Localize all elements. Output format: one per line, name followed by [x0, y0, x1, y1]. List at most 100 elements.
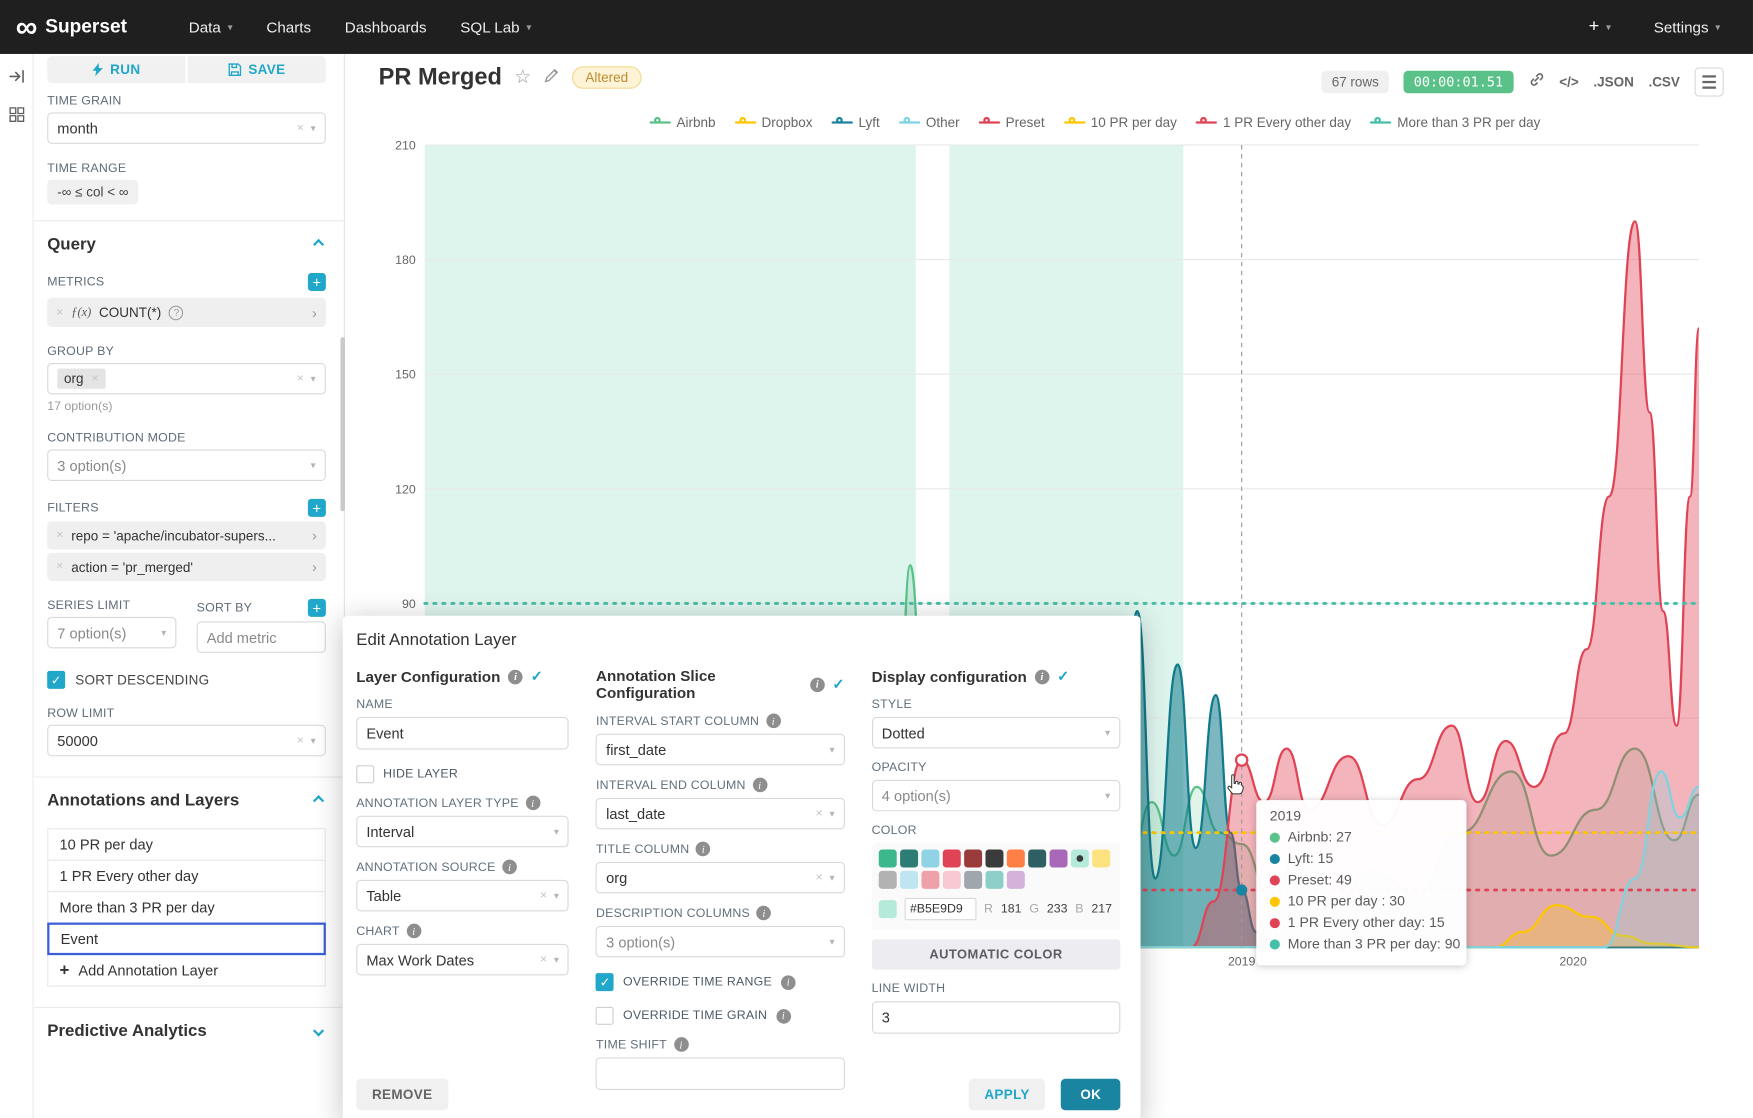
name-input[interactable] [356, 717, 569, 750]
info-icon[interactable]: i [810, 677, 825, 692]
run-button[interactable]: RUN [47, 56, 185, 83]
sort-by-select[interactable]: Add metric [197, 621, 326, 652]
info-icon[interactable]: i [766, 714, 781, 729]
time-grain-select[interactable]: month × ▾ [47, 112, 326, 143]
info-icon[interactable]: i [525, 796, 540, 811]
title-column-select[interactable]: org × ▾ [596, 862, 845, 893]
annotation-source-select[interactable]: Table × ▾ [356, 880, 569, 911]
embed-code-icon[interactable]: </> [1559, 74, 1579, 90]
filter-chip[interactable]: × repo = 'apache/incubator-supers... › [47, 521, 326, 549]
apply-button[interactable]: APPLY [969, 1079, 1046, 1110]
new-item-button[interactable]: + ▾ [1572, 0, 1628, 54]
legend-item[interactable]: Preset [979, 115, 1045, 131]
annotation-layer-item[interactable]: 10 PR per day [47, 828, 326, 861]
color-swatch[interactable] [921, 850, 939, 868]
checkbox-checked-icon[interactable]: ✓ [47, 671, 65, 689]
remove-icon[interactable]: × [56, 529, 63, 541]
annotations-section-header[interactable]: Annotations and Layers [47, 787, 326, 814]
group-by-tag[interactable]: org × [57, 369, 105, 389]
ok-button[interactable]: OK [1061, 1079, 1120, 1110]
nav-item-charts[interactable]: Charts [250, 0, 328, 54]
nav-item-data[interactable]: Data ▾ [172, 0, 250, 54]
color-swatch[interactable] [1049, 850, 1067, 868]
color-swatch-selected[interactable] [1071, 850, 1089, 868]
superset-brand[interactable]: ∞ Superset [16, 13, 127, 40]
clear-icon[interactable]: × [540, 889, 547, 901]
color-swatch[interactable] [964, 871, 982, 889]
color-swatch[interactable] [878, 871, 896, 889]
save-button[interactable]: SAVE [188, 56, 326, 83]
automatic-color-button[interactable]: AUTOMATIC COLOR [872, 939, 1121, 969]
add-annotation-layer-button[interactable]: + Add Annotation Layer [47, 954, 326, 987]
override-time-range-row[interactable]: ✓ OVERRIDE TIME RANGE i [596, 973, 845, 991]
share-link-icon[interactable] [1528, 71, 1545, 93]
chart-menu-button[interactable] [1695, 67, 1724, 96]
color-swatch[interactable] [900, 871, 918, 889]
legend-item[interactable]: Dropbox [735, 115, 813, 131]
clear-icon[interactable]: × [297, 373, 304, 385]
query-section-header[interactable]: Query [47, 230, 326, 257]
color-swatch[interactable] [985, 850, 1003, 868]
nav-item-sql-lab[interactable]: SQL Lab ▾ [443, 0, 548, 54]
info-icon[interactable]: i [776, 1009, 791, 1024]
info-icon[interactable]: i [508, 669, 523, 684]
annotation-layer-item-selected[interactable]: Event [47, 923, 326, 956]
clear-icon[interactable]: × [816, 807, 823, 819]
checkbox-checked-icon[interactable]: ✓ [596, 973, 614, 991]
favorite-star-icon[interactable]: ☆ [514, 66, 531, 88]
color-swatch[interactable] [942, 850, 960, 868]
legend-item[interactable]: 1 PR Every other day [1196, 115, 1351, 131]
row-limit-select[interactable]: 50000 × ▾ [47, 725, 326, 756]
sort-descending-row[interactable]: ✓ SORT DESCENDING [47, 671, 326, 689]
info-icon[interactable]: i [752, 778, 767, 793]
hide-layer-row[interactable]: HIDE LAYER [356, 765, 569, 783]
add-sort-metric-button[interactable]: + [308, 599, 326, 617]
info-icon[interactable]: i [696, 842, 711, 857]
color-swatch[interactable] [964, 850, 982, 868]
annotation-layer-item[interactable]: 1 PR Every other day [47, 860, 326, 893]
series-limit-select[interactable]: 7 option(s) ▾ [47, 617, 176, 648]
description-columns-select[interactable]: 3 option(s) ▾ [596, 926, 845, 957]
legend-item[interactable]: More than 3 PR per day [1370, 115, 1540, 131]
edit-pencil-icon[interactable] [544, 66, 560, 88]
panel-scrollbar[interactable] [340, 337, 344, 511]
predictive-section-header[interactable]: Predictive Analytics [47, 1017, 326, 1044]
export-json-button[interactable]: .JSON [1593, 74, 1633, 90]
clear-icon[interactable]: × [297, 734, 304, 746]
info-icon[interactable]: i [757, 906, 772, 921]
color-swatch[interactable] [1028, 850, 1046, 868]
contribution-mode-select[interactable]: 3 option(s) ▾ [47, 449, 326, 480]
help-icon[interactable]: ? [169, 305, 184, 320]
legend-item[interactable]: 10 PR per day [1064, 115, 1177, 131]
remove-icon[interactable]: × [56, 561, 63, 573]
grid-view-icon[interactable] [8, 107, 24, 128]
info-icon[interactable]: i [406, 924, 421, 939]
time-range-chip[interactable]: -∞ ≤ col < ∞ [47, 180, 138, 205]
color-swatch[interactable] [985, 871, 1003, 889]
color-swatch[interactable] [1007, 850, 1025, 868]
clear-icon[interactable]: × [297, 122, 304, 134]
settings-menu[interactable]: Settings ▾ [1637, 0, 1737, 54]
override-time-grain-row[interactable]: OVERRIDE TIME GRAIN i [596, 1007, 845, 1025]
checkbox-unchecked-icon[interactable] [356, 765, 374, 783]
info-icon[interactable]: i [1035, 669, 1050, 684]
annotation-layer-type-select[interactable]: Interval ▾ [356, 816, 569, 847]
clear-icon[interactable]: × [816, 871, 823, 883]
add-metric-button[interactable]: + [308, 273, 326, 291]
group-by-select[interactable]: org × × ▾ [47, 363, 326, 394]
color-swatch[interactable] [942, 871, 960, 889]
remove-tag-icon[interactable]: × [91, 373, 98, 385]
color-swatch[interactable] [1007, 871, 1025, 889]
legend-item[interactable]: Other [899, 115, 960, 131]
remove-button[interactable]: REMOVE [356, 1079, 448, 1110]
color-swatch[interactable] [900, 850, 918, 868]
chart-select[interactable]: Max Work Dates × ▾ [356, 944, 569, 975]
style-select[interactable]: Dotted ▾ [872, 717, 1121, 748]
color-swatch[interactable] [878, 850, 896, 868]
color-swatch[interactable] [921, 871, 939, 889]
opacity-select[interactable]: 4 option(s) ▾ [872, 780, 1121, 811]
export-csv-button[interactable]: .CSV [1648, 74, 1679, 90]
remove-icon[interactable]: × [56, 306, 63, 318]
info-icon[interactable]: i [674, 1037, 689, 1052]
filter-chip[interactable]: × action = 'pr_merged' › [47, 553, 326, 581]
